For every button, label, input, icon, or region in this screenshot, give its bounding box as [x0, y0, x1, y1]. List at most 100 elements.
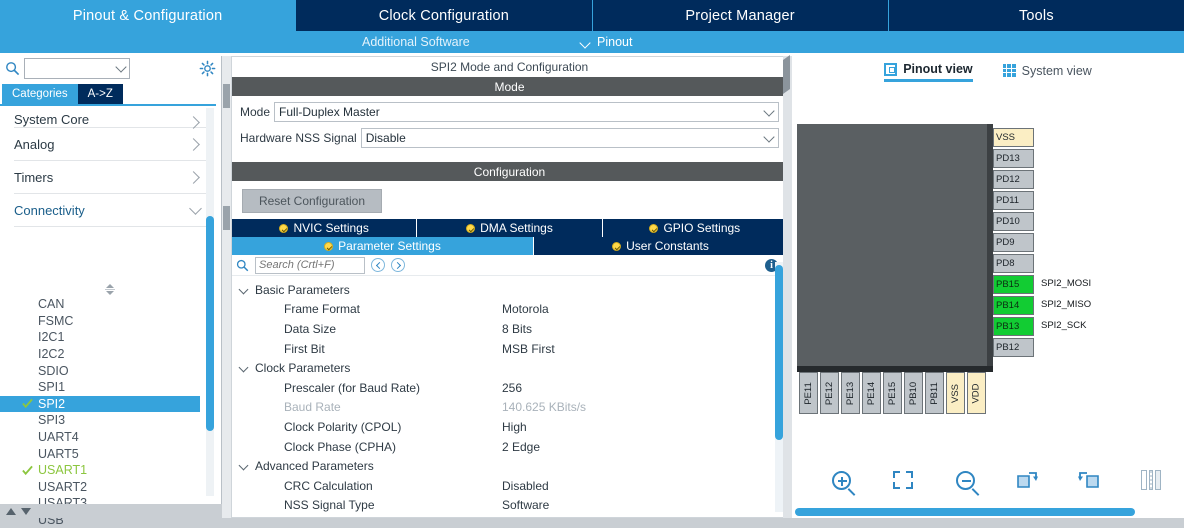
- tree-row-prescaler[interactable]: Prescaler (for Baud Rate) 256: [232, 378, 787, 398]
- tab-gpio-settings[interactable]: GPIO Settings: [602, 219, 787, 237]
- tree-row-data-size[interactable]: Data Size 8 Bits: [232, 319, 787, 339]
- right-splitter[interactable]: [783, 55, 792, 518]
- splitter-collapse-right-icon[interactable]: [783, 67, 792, 94]
- tab-pinout-view[interactable]: Pinout view: [884, 62, 973, 82]
- pin-pb13[interactable]: PB13: [993, 317, 1034, 336]
- resize-grip-icon[interactable]: [102, 284, 118, 295]
- peripheral-uart5[interactable]: UART5: [0, 445, 200, 462]
- pin-pe13[interactable]: PE13: [841, 372, 860, 414]
- search-combo[interactable]: [24, 58, 130, 79]
- chevron-down-icon: [240, 363, 250, 373]
- tree-row-first-bit[interactable]: First Bit MSB First: [232, 339, 787, 359]
- left-splitter[interactable]: [222, 56, 231, 518]
- pinout-canvas[interactable]: VSS PD13 PD12 PD11 PD10 PD9 PD8 PB15 PB1…: [792, 88, 1184, 486]
- pin-vss-right[interactable]: VSS: [993, 128, 1034, 147]
- peripheral-label: FSMC: [38, 313, 74, 328]
- pin-pb10[interactable]: PB10: [904, 372, 923, 414]
- pin-label: PD12: [996, 173, 1020, 185]
- rotate-left-button[interactable]: [1058, 463, 1120, 497]
- additional-software-button[interactable]: Additional Software: [362, 31, 470, 53]
- peripheral-spi1[interactable]: SPI1: [0, 379, 200, 396]
- tab-clock-configuration[interactable]: Clock Configuration: [296, 0, 593, 31]
- left-scrollbar-thumb[interactable]: [206, 216, 214, 431]
- peripheral-sdio[interactable]: SDIO: [0, 362, 200, 379]
- field-mode-value: Full-Duplex Master: [279, 105, 380, 119]
- pin-pe12[interactable]: PE12: [820, 372, 839, 414]
- segment-categories[interactable]: Categories: [2, 84, 78, 104]
- segment-a-to-z[interactable]: A->Z: [77, 84, 123, 104]
- peripheral-spi2[interactable]: SPI2: [0, 395, 200, 413]
- reset-configuration-button[interactable]: Reset Configuration: [242, 189, 382, 213]
- pin-label: VDD: [970, 382, 982, 404]
- parameter-search-row: i: [232, 255, 787, 276]
- center-scrollbar-thumb[interactable]: [775, 265, 783, 440]
- mcu-chip-body[interactable]: [797, 124, 987, 366]
- pin-pd9[interactable]: PD9: [993, 233, 1034, 252]
- pin-pb11[interactable]: PB11: [925, 372, 944, 414]
- parameter-search-input[interactable]: [255, 256, 365, 274]
- rotate-right-button[interactable]: [996, 463, 1058, 497]
- pin-vss-bottom[interactable]: VSS: [946, 372, 965, 414]
- tree-row-clock-phase[interactable]: Clock Phase (CPHA) 2 Edge: [232, 437, 787, 457]
- pinout-dropdown[interactable]: Pinout: [580, 31, 632, 53]
- pin-pe11[interactable]: PE11: [799, 372, 818, 414]
- fit-to-screen-button[interactable]: [872, 463, 934, 497]
- peripheral-i2c1[interactable]: I2C1: [0, 329, 200, 346]
- tab-tools[interactable]: Tools: [888, 0, 1184, 31]
- peripheral-fsmc[interactable]: FSMC: [0, 313, 200, 330]
- category-connectivity[interactable]: Connectivity: [14, 194, 206, 227]
- pin-pd8[interactable]: PD8: [993, 254, 1034, 273]
- pin-pd11[interactable]: PD11: [993, 191, 1034, 210]
- tab-user-constants[interactable]: User Constants: [534, 237, 787, 255]
- chevron-down-icon[interactable]: [760, 104, 778, 118]
- category-system-core[interactable]: System Core: [14, 106, 206, 129]
- tree-row-crc-calculation[interactable]: CRC Calculation Disabled: [232, 476, 787, 496]
- tab-dma-settings[interactable]: DMA Settings: [417, 219, 603, 237]
- pin-pe15[interactable]: PE15: [883, 372, 902, 414]
- search-previous-button[interactable]: [371, 258, 385, 272]
- peripheral-usart1[interactable]: USART1: [0, 462, 200, 479]
- tab-pinout-configuration[interactable]: Pinout & Configuration: [0, 0, 297, 31]
- tree-row-nss-signal-type[interactable]: NSS Signal Type Software: [232, 496, 787, 516]
- tree-row-clock-polarity[interactable]: Clock Polarity (CPOL) High: [232, 417, 787, 437]
- tab-parameter-settings[interactable]: Parameter Settings: [232, 237, 534, 255]
- category-timers[interactable]: Timers: [14, 161, 206, 194]
- horizontal-scrollbar-thumb[interactable]: [795, 508, 1135, 516]
- pin-pd10[interactable]: PD10: [993, 212, 1034, 231]
- pin-pe14[interactable]: PE14: [862, 372, 881, 414]
- pin-label: PB12: [996, 341, 1020, 353]
- zoom-out-button[interactable]: [934, 463, 996, 497]
- search-next-button[interactable]: [391, 258, 405, 272]
- tree-group-basic-parameters[interactable]: Basic Parameters: [232, 280, 787, 300]
- tree-row-frame-format[interactable]: Frame Format Motorola: [232, 300, 787, 320]
- gear-icon[interactable]: [199, 60, 216, 77]
- peripheral-spi3[interactable]: SPI3: [0, 412, 200, 429]
- peripheral-usart2[interactable]: USART2: [0, 479, 200, 496]
- chevron-down-icon[interactable]: [760, 130, 778, 144]
- tree-group-advanced-parameters[interactable]: Advanced Parameters: [232, 456, 787, 476]
- zoom-in-button[interactable]: [810, 463, 872, 497]
- pin-pb14[interactable]: PB14: [993, 296, 1034, 315]
- tab-nvic-settings[interactable]: NVIC Settings: [232, 219, 418, 237]
- pin-pb15[interactable]: PB15: [993, 275, 1034, 294]
- tab-system-view[interactable]: System view: [1002, 64, 1092, 81]
- chevron-down-icon[interactable]: [113, 59, 129, 78]
- field-hardware-nss-select[interactable]: Disable: [360, 128, 779, 148]
- category-analog[interactable]: Analog: [14, 128, 206, 161]
- pin-pd13[interactable]: PD13: [993, 149, 1034, 168]
- scroll-up-icon[interactable]: [6, 507, 16, 515]
- split-view-button[interactable]: [1120, 463, 1182, 497]
- configuration-section-header: Configuration: [232, 162, 787, 181]
- pin-pb12[interactable]: PB12: [993, 338, 1034, 357]
- peripheral-label: SDIO: [38, 363, 69, 378]
- scroll-down-icon[interactable]: [21, 507, 31, 515]
- tab-project-manager[interactable]: Project Manager: [592, 0, 889, 31]
- pin-pd12[interactable]: PD12: [993, 170, 1034, 189]
- peripheral-can[interactable]: CAN: [0, 296, 200, 313]
- field-mode-select[interactable]: Full-Duplex Master: [274, 102, 779, 122]
- peripheral-uart4[interactable]: UART4: [0, 429, 200, 446]
- left-search-row: [0, 56, 222, 82]
- pin-vdd-bottom[interactable]: VDD: [967, 372, 986, 414]
- peripheral-i2c2[interactable]: I2C2: [0, 346, 200, 363]
- tree-group-clock-parameters[interactable]: Clock Parameters: [232, 358, 787, 378]
